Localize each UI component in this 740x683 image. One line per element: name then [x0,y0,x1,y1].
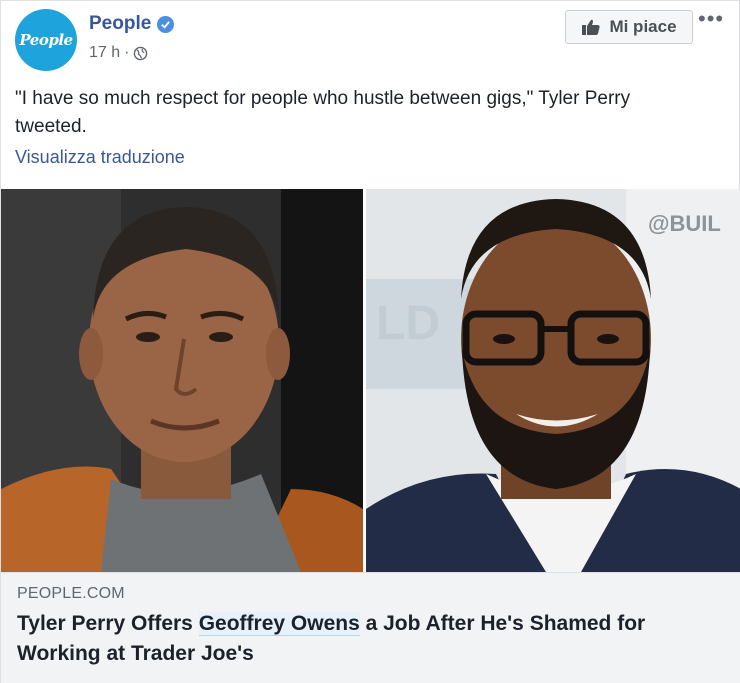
photo-watermark: @BUIL [648,211,721,236]
photo-right-drawing: @BUIL LD [366,189,740,572]
photo-left[interactable] [1,189,363,572]
link-preview[interactable]: PEOPLE.COM Tyler Perry Offers Geoffrey O… [1,572,740,683]
more-options-icon[interactable]: ••• [698,8,724,30]
page-name-link[interactable]: People [89,13,175,35]
avatar-logo: People [19,31,73,49]
headline-part-1: Tyler Perry Offers [17,612,199,635]
like-page-label: Mi piace [609,17,677,36]
photo-background-letters: LD [376,297,440,350]
link-headline[interactable]: Tyler Perry Offers Geoffrey Owens a Job … [17,609,717,669]
meta-separator: · [124,44,130,61]
link-domain: PEOPLE.COM [17,585,125,602]
photo-right[interactable]: @BUIL LD [366,189,740,572]
like-page-button[interactable]: Mi piace [565,10,693,44]
post-timestamp[interactable]: 17 h [89,44,120,62]
post-text: "I have so much respect for people who h… [15,88,631,137]
thumbs-up-icon [582,19,601,35]
photo-left-drawing [1,189,363,572]
page-avatar[interactable]: People [15,9,77,71]
verified-badge-icon [157,15,175,33]
post-meta: 17 h · [89,44,148,62]
post-card: People People 17 h · Mi piace ••• "I hav… [0,0,740,683]
page-name: People [89,13,152,34]
headline-highlight: Geoffrey Owens [198,612,360,636]
see-translation-link[interactable]: Visualizza traduzione [15,147,185,168]
globe-icon [134,46,148,60]
